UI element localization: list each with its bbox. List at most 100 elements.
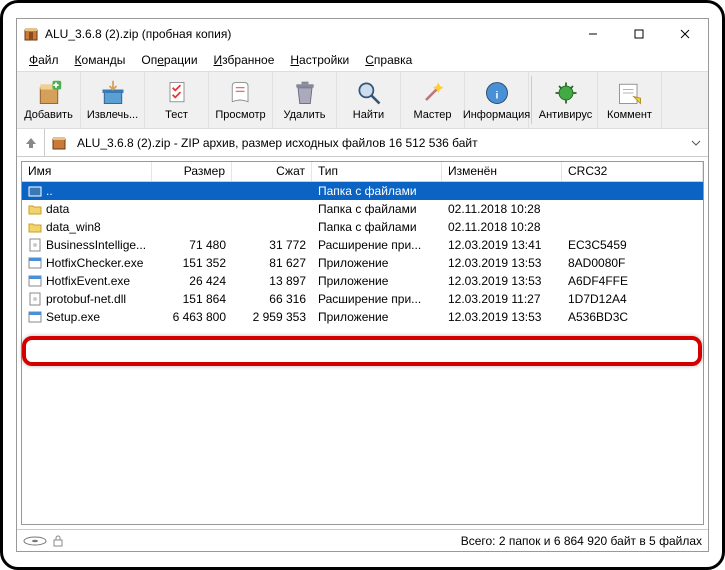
file-crc: A536BD3C <box>562 310 703 324</box>
minimize-button[interactable] <box>570 19 616 49</box>
toolbar-view[interactable]: Просмотр <box>209 71 273 129</box>
file-type: Приложение <box>312 274 442 288</box>
file-packed: 31 772 <box>232 238 312 252</box>
svg-text:i: i <box>495 89 498 101</box>
file-modified: 12.03.2019 13:41 <box>442 238 562 252</box>
up-button[interactable] <box>17 129 45 157</box>
chevron-down-icon <box>691 140 701 146</box>
titlebar: ALU_3.6.8 (2).zip (пробная копия) <box>17 19 708 49</box>
file-name: .. <box>46 184 53 198</box>
list-item[interactable]: Setup.exe 6 463 8002 959 353Приложение12.… <box>22 308 703 326</box>
col-packed[interactable]: Сжат <box>232 162 312 181</box>
statusbar: Всего: 2 папок и 6 864 920 байт в 5 файл… <box>17 529 708 551</box>
archive-icon <box>45 135 73 151</box>
toolbar-info[interactable]: i Информация <box>465 71 529 129</box>
file-crc: 1D7D12A4 <box>562 292 703 306</box>
file-type: Приложение <box>312 310 442 324</box>
file-name: data_win8 <box>46 220 101 234</box>
col-type[interactable]: Тип <box>312 162 442 181</box>
file-type: Папка с файлами <box>312 184 442 198</box>
file-crc: 8AD0080F <box>562 256 703 270</box>
window-title: ALU_3.6.8 (2).zip (пробная копия) <box>45 27 570 41</box>
file-modified: 12.03.2019 13:53 <box>442 256 562 270</box>
delete-icon <box>291 79 319 107</box>
column-headers: Имя Размер Сжат Тип Изменён CRC32 <box>22 162 703 182</box>
col-size[interactable]: Размер <box>152 162 232 181</box>
pathbar <box>17 129 708 157</box>
path-input[interactable] <box>73 131 684 155</box>
extract-icon <box>99 79 127 107</box>
file-type: Приложение <box>312 256 442 270</box>
file-packed: 13 897 <box>232 274 312 288</box>
file-type: Расширение при... <box>312 292 442 306</box>
col-crc[interactable]: CRC32 <box>562 162 703 181</box>
col-name[interactable]: Имя <box>22 162 152 181</box>
wizard-icon <box>419 79 447 107</box>
close-button[interactable] <box>662 19 708 49</box>
toolbar-extract[interactable]: Извлечь... <box>81 71 145 129</box>
list-item[interactable]: HotfixEvent.exe 26 42413 897Приложение12.… <box>22 272 703 290</box>
file-modified: 12.03.2019 13:53 <box>442 310 562 324</box>
file-name: HotfixChecker.exe <box>46 256 143 270</box>
list-item[interactable]: protobuf-net.dll 151 86466 316Расширение … <box>22 290 703 308</box>
file-packed: 81 627 <box>232 256 312 270</box>
toolbar-comment[interactable]: Коммент <box>598 71 662 129</box>
list-item[interactable]: HotfixChecker.exe 151 35281 627Приложение… <box>22 254 703 272</box>
menu-help[interactable]: Справка <box>357 51 420 69</box>
col-modified[interactable]: Изменён <box>442 162 562 181</box>
comment-icon <box>616 79 644 107</box>
toolbar-separator <box>531 76 532 124</box>
menu-settings[interactable]: Настройки <box>282 51 357 69</box>
toolbar-find[interactable]: Найти <box>337 71 401 129</box>
toolbar-add[interactable]: Добавить <box>17 71 81 129</box>
file-size: 151 352 <box>152 256 232 270</box>
menu-operations[interactable]: Операции <box>133 51 205 69</box>
file-size: 151 864 <box>152 292 232 306</box>
list-item[interactable]: data_win8Папка с файлами02.11.2018 10:28 <box>22 218 703 236</box>
archive-add-icon <box>35 79 63 107</box>
path-dropdown[interactable] <box>684 140 708 146</box>
view-icon <box>227 79 255 107</box>
file-packed: 2 959 353 <box>232 310 312 324</box>
file-name: protobuf-net.dll <box>46 292 126 306</box>
menu-favorites[interactable]: Избранное <box>206 51 283 69</box>
winrar-icon <box>23 26 39 42</box>
file-size: 71 480 <box>152 238 232 252</box>
file-size: 26 424 <box>152 274 232 288</box>
list-item[interactable]: data Папка с файлами02.11.2018 10:28 <box>22 200 703 218</box>
file-name: BusinessIntellige... <box>46 238 146 252</box>
status-text: Всего: 2 папок и 6 864 920 байт в 5 файл… <box>461 534 702 548</box>
file-rows: ..Папка с файламиdataПапка с файлами02.1… <box>22 182 703 524</box>
maximize-button[interactable] <box>616 19 662 49</box>
menu-commands[interactable]: Команды <box>67 51 134 69</box>
test-icon <box>163 79 191 107</box>
info-icon: i <box>483 79 511 107</box>
file-name: HotfixEvent.exe <box>46 274 130 288</box>
arrow-up-icon <box>24 136 38 150</box>
list-item[interactable]: .. Папка с файлами <box>22 182 703 200</box>
toolbar-test[interactable]: Тест <box>145 71 209 129</box>
file-name: data <box>46 202 69 216</box>
menu-file[interactable]: Файл <box>21 51 67 69</box>
file-crc: EC3C5459 <box>562 238 703 252</box>
file-packed: 66 316 <box>232 292 312 306</box>
file-type: Папка с файлами <box>312 202 442 216</box>
find-icon <box>355 79 383 107</box>
file-modified: 02.11.2018 10:28 <box>442 202 562 216</box>
menubar: Файл Команды Операции Избранное Настройк… <box>17 49 708 71</box>
winrar-window: ALU_3.6.8 (2).zip (пробная копия) Файл К… <box>16 18 709 552</box>
toolbar-delete[interactable]: Удалить <box>273 71 337 129</box>
lock-icon <box>51 535 65 547</box>
toolbar-wizard[interactable]: Мастер <box>401 71 465 129</box>
list-item[interactable]: BusinessIntellige...71 48031 772Расширен… <box>22 236 703 254</box>
file-crc: A6DF4FFE <box>562 274 703 288</box>
toolbar: Добавить Извлечь... Тест Просмотр Удалит… <box>17 71 708 129</box>
antivirus-icon <box>552 79 580 107</box>
file-modified: 12.03.2019 13:53 <box>442 274 562 288</box>
file-list: Имя Размер Сжат Тип Изменён CRC32 .. Папк… <box>21 161 704 525</box>
file-name: Setup.exe <box>46 310 100 324</box>
file-modified: 02.11.2018 10:28 <box>442 220 562 234</box>
file-size: 6 463 800 <box>152 310 232 324</box>
disk-icon <box>23 536 47 546</box>
toolbar-antivirus[interactable]: Антивирус <box>534 71 598 129</box>
